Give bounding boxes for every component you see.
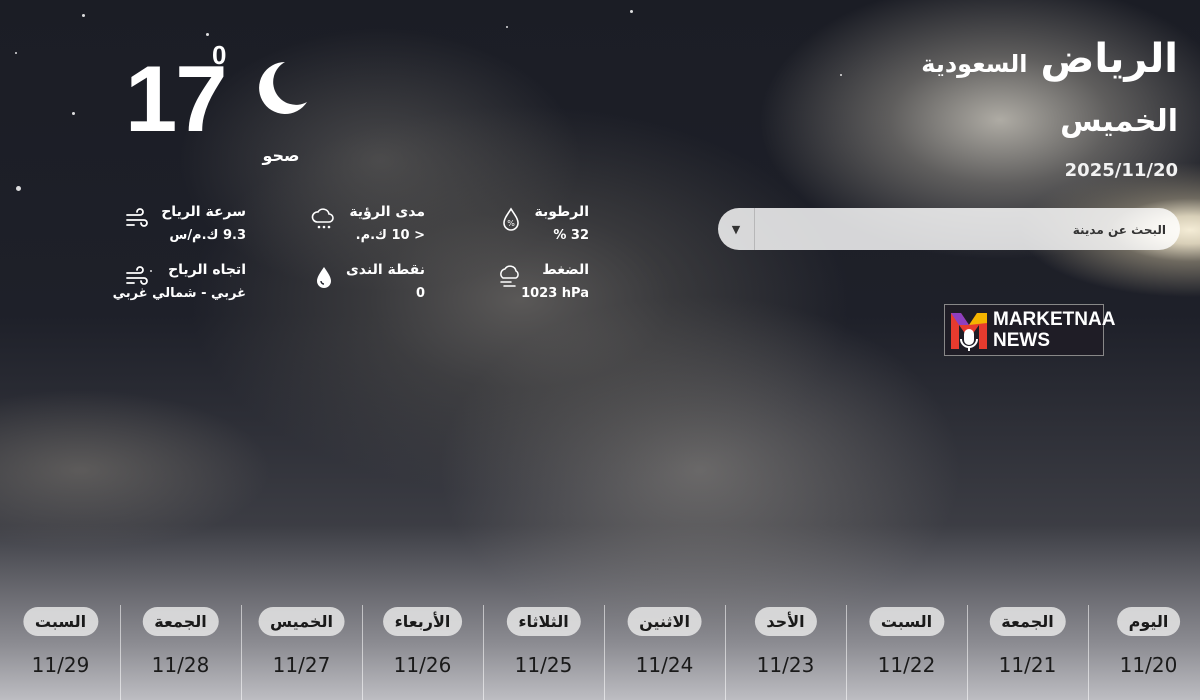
detail-value: < 10 ك.م. <box>355 228 425 243</box>
forecast-divider <box>483 605 484 700</box>
wind-icon <box>126 208 148 227</box>
brand-line-2: NEWS <box>993 330 1050 351</box>
forecast-day[interactable]: الثلاثاء 11/25 <box>483 605 604 700</box>
pressure-icon <box>500 265 519 287</box>
location-title: الرياض السعودية <box>921 36 1178 82</box>
detail-dew-point: نقطة الندى 0 <box>346 262 425 301</box>
forecast-day[interactable]: الاثنين 11/24 <box>604 605 725 700</box>
forecast-day-label: الأربعاء <box>382 607 463 636</box>
chevron-down-icon[interactable]: ▼ <box>718 208 755 250</box>
star <box>840 74 842 76</box>
weather-page: 17 0 صحو سرعة الرياح 9.3 ك.م/س مدى الرؤي… <box>0 0 1200 700</box>
forecast-day[interactable]: الأربعاء 11/26 <box>362 605 483 700</box>
detail-value: غربي - شمالي غربي <box>112 286 246 301</box>
detail-label: نقطة الندى <box>345 262 425 278</box>
detail-wind-direction: اتجاه الرياح غربي - شمالي غربي <box>113 262 246 301</box>
forecast-day-label: الثلاثاء <box>506 607 581 636</box>
detail-label: الرطوبة <box>534 204 589 220</box>
forecast-day-label: الخميس <box>258 607 345 636</box>
current-day: الخميس <box>1060 104 1178 139</box>
forecast-day-label: السبت <box>868 607 945 636</box>
forecast-day-date: 11/26 <box>393 653 452 677</box>
star <box>15 52 17 54</box>
city-search[interactable]: ▼ <box>718 208 1180 252</box>
moon-icon <box>259 62 307 114</box>
forecast-day-label: الجمعة <box>989 607 1066 636</box>
brand-logo: MARKETNAA NEWS <box>944 304 1115 356</box>
dew-drop-icon <box>317 267 331 288</box>
forecast-day-label: السبت <box>22 607 99 636</box>
forecast-day-label: اليوم <box>1116 607 1181 636</box>
detail-visibility: مدى الرؤية < 10 ك.م. <box>349 204 425 243</box>
forecast-day[interactable]: السبت 11/22 <box>846 605 967 700</box>
forecast-day-date: 11/28 <box>151 653 210 677</box>
forecast-divider <box>725 605 726 700</box>
forecast-divider <box>1088 605 1089 700</box>
detail-wind-speed: سرعة الرياح 9.3 ك.م/س <box>161 204 246 243</box>
forecast-day[interactable]: الخميس 11/27 <box>241 605 362 700</box>
search-input[interactable] <box>758 208 1168 252</box>
weather-condition: صحو <box>262 146 300 165</box>
star <box>630 10 633 13</box>
star <box>72 112 75 115</box>
detail-value: 32 % <box>553 228 589 243</box>
star <box>16 186 21 191</box>
city-name: الرياض <box>1040 36 1178 82</box>
forecast-day[interactable]: الجمعة 11/21 <box>967 605 1088 700</box>
detail-label: مدى الرؤية <box>349 204 425 220</box>
degree-symbol: 0 <box>212 40 227 70</box>
forecast-day-label: الأحد <box>754 607 817 636</box>
forecast-row: اليوم 11/20 الجمعة 11/21 السبت 11/22 الأ… <box>0 605 1200 700</box>
forecast-day-date: 11/21 <box>998 653 1057 677</box>
detail-pressure: الضغط 1023 hPa <box>521 262 589 301</box>
detail-humidity: الرطوبة 32 % <box>535 204 589 243</box>
forecast-divider <box>967 605 968 700</box>
detail-label: اتجاه الرياح <box>168 262 246 278</box>
forecast-day[interactable]: اليوم 11/20 <box>1088 605 1200 700</box>
star <box>82 14 85 17</box>
forecast-day[interactable]: السبت 11/29 <box>0 605 121 700</box>
forecast-day-date: 11/22 <box>877 653 936 677</box>
humidity-drop-icon: % <box>503 207 519 231</box>
detail-label: الضغط <box>542 262 589 278</box>
forecast-day-date: 11/24 <box>635 653 694 677</box>
brand-line-1: MARKETNAA <box>993 309 1116 330</box>
current-temperature: 17 <box>125 46 228 151</box>
svg-text:%: % <box>507 219 515 228</box>
forecast-divider <box>604 605 605 700</box>
forecast-day-label: الاثنين <box>627 607 702 636</box>
forecast-day-date: 11/25 <box>514 653 573 677</box>
rain-cloud-icon <box>311 208 334 229</box>
forecast-day-date: 11/27 <box>272 653 331 677</box>
brand-text: MARKETNAA NEWS <box>993 309 1115 351</box>
microphone-logo-icon <box>951 313 987 351</box>
forecast-day[interactable]: الأحد 11/23 <box>725 605 846 700</box>
forecast-day[interactable]: الجمعة 11/28 <box>120 605 241 700</box>
detail-value: 1023 hPa <box>521 286 589 301</box>
detail-value: 0 <box>415 286 425 301</box>
forecast-day-date: 11/29 <box>31 653 90 677</box>
forecast-day-label: الجمعة <box>142 607 219 636</box>
detail-label: سرعة الرياح <box>161 204 246 220</box>
current-date: 2025/11/20 <box>1064 160 1178 181</box>
country-name: السعودية <box>921 50 1028 78</box>
forecast-day-date: 11/23 <box>756 653 815 677</box>
star <box>506 26 508 28</box>
star <box>206 33 209 36</box>
forecast-divider <box>241 605 242 700</box>
detail-value: 9.3 ك.م/س <box>169 228 246 243</box>
forecast-day-date: 11/20 <box>1119 653 1178 677</box>
forecast-divider <box>362 605 363 700</box>
forecast-divider <box>846 605 847 700</box>
